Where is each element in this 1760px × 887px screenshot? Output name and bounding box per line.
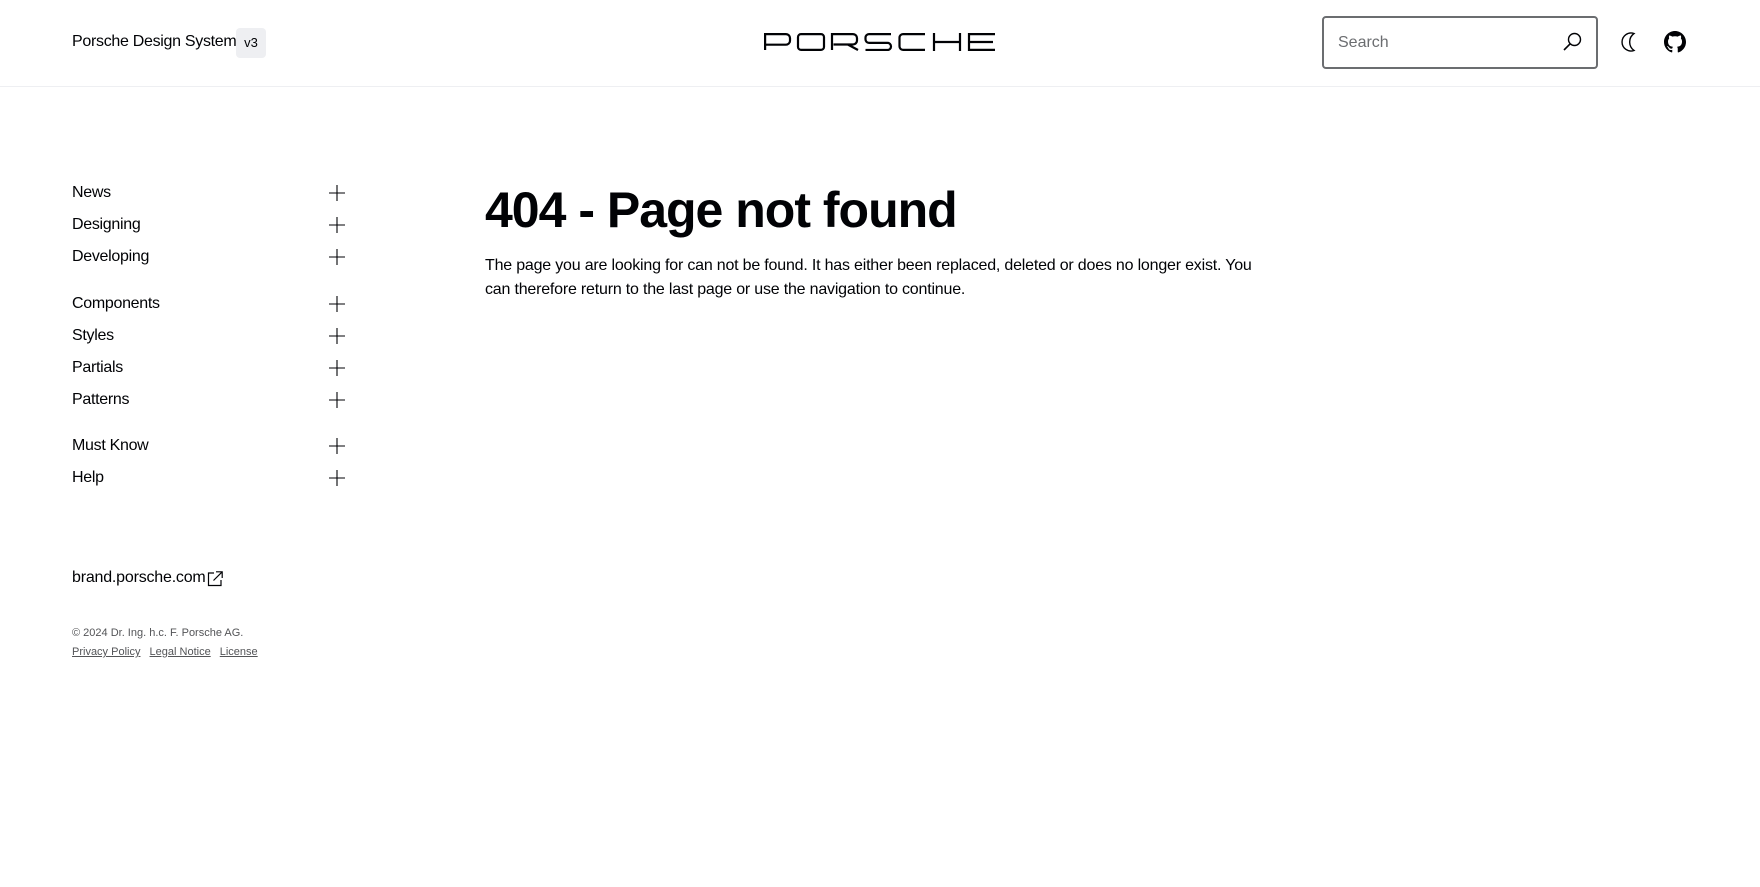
plus-icon[interactable] — [328, 391, 346, 409]
sidebar-item-label: Styles — [72, 327, 114, 344]
plus-icon[interactable] — [328, 295, 346, 313]
legal-notice-link[interactable]: Legal Notice — [150, 646, 211, 658]
page-title: 404 - Page not found — [485, 182, 958, 238]
plus-icon[interactable] — [328, 184, 346, 202]
search-input[interactable] — [1338, 18, 1548, 67]
main-content: 404 - Page not found The page you are lo… — [485, 180, 1285, 302]
plus-icon[interactable] — [328, 327, 346, 345]
external-link-icon — [207, 571, 223, 587]
plus-icon[interactable] — [328, 248, 346, 266]
privacy-policy-link[interactable]: Privacy Policy — [72, 646, 140, 658]
moon-icon[interactable] — [1619, 30, 1643, 54]
sidebar-item-label: Components — [72, 295, 160, 312]
sidebar-item-label: News — [72, 184, 111, 201]
brand-porsche-link[interactable]: brand.porsche.com — [72, 569, 223, 591]
sidebar-item-must-know[interactable]: Must Know — [72, 433, 346, 461]
sidebar-item-patterns[interactable]: Patterns — [72, 387, 346, 415]
version-badge[interactable]: v3 — [236, 28, 266, 58]
plus-icon[interactable] — [328, 359, 346, 377]
copyright-text: © 2024 Dr. Ing. h.c. F. Porsche AG. — [72, 627, 244, 639]
sidebar-item-label: Developing — [72, 248, 150, 265]
license-link[interactable]: License — [220, 646, 258, 658]
search-icon[interactable] — [1560, 30, 1584, 54]
sidebar-item-styles[interactable]: Styles — [72, 323, 346, 351]
sidebar-item-label: Help — [72, 469, 104, 486]
sidebar-item-partials[interactable]: Partials — [72, 355, 346, 383]
sidebar-item-help[interactable]: Help — [72, 465, 346, 493]
sidebar-item-designing[interactable]: Designing — [72, 212, 346, 240]
porsche-logo-icon[interactable] — [764, 33, 996, 51]
plus-icon[interactable] — [328, 216, 346, 234]
app-title[interactable]: Porsche Design System — [72, 33, 237, 51]
sidebar-item-label: Designing — [72, 216, 141, 233]
plus-icon[interactable] — [328, 437, 346, 455]
error-description: The page you are looking for can not be … — [485, 257, 1252, 298]
sidebar-item-label: Must Know — [72, 437, 149, 454]
brand-link-label: brand.porsche.com — [72, 569, 206, 586]
sidebar-item-label: Patterns — [72, 391, 130, 408]
github-icon[interactable] — [1664, 31, 1686, 53]
sidebar-item-news[interactable]: News — [72, 180, 346, 208]
sidebar-item-label: Partials — [72, 359, 123, 376]
top-header: Porsche Design System v3 — [0, 0, 1760, 87]
search-box[interactable] — [1322, 16, 1598, 69]
sidebar-item-developing[interactable]: Developing — [72, 244, 346, 272]
plus-icon[interactable] — [328, 469, 346, 487]
legal-links: Privacy Policy Legal Notice License — [72, 646, 264, 658]
sidebar-item-components[interactable]: Components — [72, 291, 346, 319]
